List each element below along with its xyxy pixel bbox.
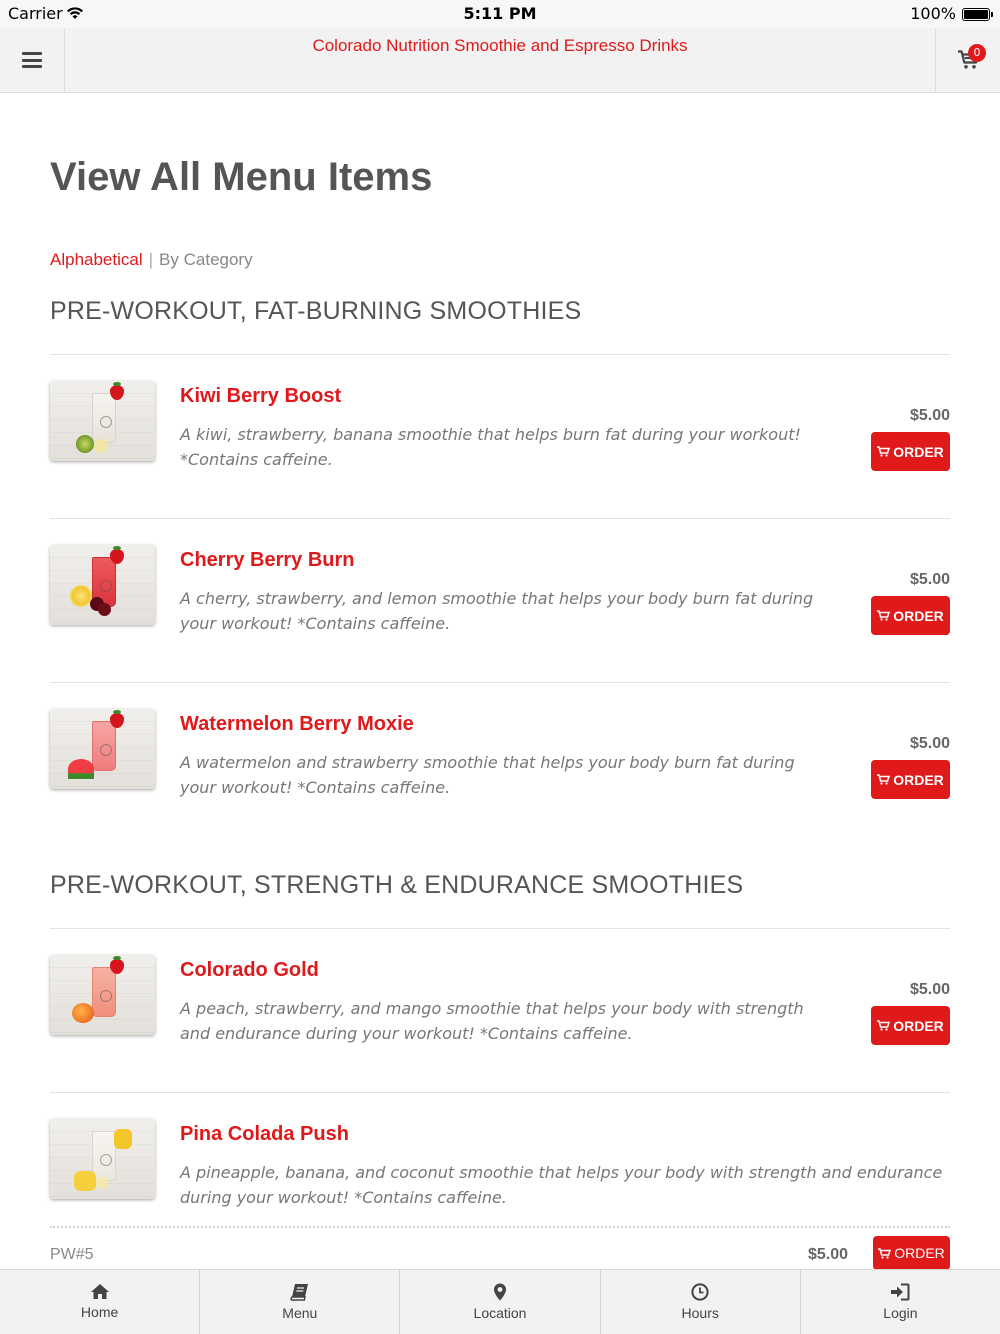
- page-title: View All Menu Items: [50, 155, 433, 199]
- status-bar: Carrier 5:11 PM 100%: [0, 0, 1000, 28]
- map-pin-icon: [494, 1283, 506, 1301]
- clock-time: 5:11 PM: [463, 4, 537, 23]
- divider: [50, 1092, 950, 1093]
- home-icon: [90, 1284, 109, 1299]
- item-price: $5.00: [909, 735, 950, 752]
- order-button-label: ORDER: [893, 607, 944, 624]
- divider: [50, 518, 950, 519]
- item-image: [50, 381, 155, 461]
- order-button-label: ORDER: [893, 1017, 944, 1034]
- menu-item-colorado-gold: Colorado Gold A peach, strawberry, and m…: [50, 955, 950, 1065]
- item-price: $5.00: [909, 571, 950, 588]
- item-price: $5.00: [909, 981, 950, 998]
- app-title: Colorado Nutrition Smoothie and Espresso…: [312, 36, 688, 55]
- sort-by-category-link[interactable]: By Category: [159, 250, 253, 269]
- order-button[interactable]: ORDER: [871, 432, 950, 471]
- cart-icon: [877, 1020, 891, 1031]
- sort-separator: |: [148, 250, 154, 269]
- divider-dotted: [50, 1226, 950, 1228]
- menu-item-cherry-berry-burn: Cherry Berry Burn A cherry, strawberry, …: [50, 545, 950, 655]
- book-icon: [290, 1284, 308, 1301]
- order-button[interactable]: ORDER: [871, 1006, 950, 1045]
- order-button[interactable]: ORDER: [871, 596, 950, 635]
- order-button-label: ORDER: [893, 443, 944, 460]
- item-image: [50, 709, 155, 789]
- tab-hours[interactable]: Hours: [601, 1270, 801, 1334]
- cart-icon: [878, 1247, 892, 1259]
- order-button-label: ORDER: [894, 1245, 945, 1261]
- menu-button[interactable]: [0, 28, 65, 92]
- item-image: [50, 545, 155, 625]
- item-price: $5.00: [808, 1246, 849, 1263]
- item-price: $5.00: [909, 407, 950, 424]
- cart-button[interactable]: 0: [935, 28, 1000, 92]
- cart-count-badge: 0: [968, 44, 986, 62]
- menu-item-pina-colada-push: Pina Colada Push A pineapple, banana, an…: [50, 1119, 950, 1229]
- category-title: PRE-WORKOUT, STRENGTH & ENDURANCE SMOOTH…: [50, 871, 744, 899]
- item-image: [50, 955, 155, 1035]
- divider: [50, 354, 950, 355]
- tab-label: Login: [883, 1305, 918, 1321]
- item-description: A cherry, strawberry, and lemon smoothie…: [180, 589, 814, 633]
- cart-icon: [877, 774, 891, 785]
- item-description: A peach, strawberry, and mango smoothie …: [180, 999, 804, 1043]
- tab-location[interactable]: Location: [400, 1270, 601, 1334]
- cart-icon: [877, 610, 891, 621]
- divider: [50, 928, 950, 929]
- tab-login[interactable]: Login: [801, 1270, 1000, 1334]
- sort-options: Alphabetical | By Category: [50, 250, 253, 270]
- hamburger-icon: [22, 52, 42, 68]
- item-name[interactable]: Cherry Berry Burn: [180, 549, 355, 572]
- tab-label: Location: [473, 1305, 527, 1321]
- tab-label: Home: [80, 1304, 119, 1320]
- order-button[interactable]: ORDER: [871, 760, 950, 799]
- order-button-label: ORDER: [893, 771, 944, 788]
- item-code: PW#5: [50, 1246, 94, 1263]
- tab-label: Menu: [282, 1305, 318, 1321]
- tab-label: Hours: [681, 1305, 719, 1321]
- battery-percent: 100%: [910, 4, 956, 23]
- item-name[interactable]: Colorado Gold: [180, 959, 319, 982]
- cart-icon: [877, 446, 891, 457]
- menu-item-watermelon-berry-moxie: Watermelon Berry Moxie A watermelon and …: [50, 709, 950, 819]
- item-name[interactable]: Kiwi Berry Boost: [180, 385, 341, 408]
- sort-alphabetical-link[interactable]: Alphabetical: [50, 250, 143, 269]
- menu-item-kiwi-berry-boost: Kiwi Berry Boost A kiwi, strawberry, ban…: [50, 381, 950, 491]
- battery-icon: [962, 8, 993, 21]
- item-name[interactable]: Watermelon Berry Moxie: [180, 713, 414, 736]
- item-description: A kiwi, strawberry, banana smoothie that…: [180, 425, 801, 469]
- tab-home[interactable]: Home: [0, 1270, 201, 1334]
- tab-bar: Home Menu Location Hours Login: [0, 1269, 1000, 1334]
- category-title: PRE-WORKOUT, FAT-BURNING SMOOTHIES: [50, 297, 582, 325]
- tab-menu[interactable]: Menu: [200, 1270, 401, 1334]
- divider: [50, 682, 950, 683]
- app-header: Colorado Nutrition Smoothie and Espresso…: [0, 28, 1000, 93]
- item-image: [50, 1119, 155, 1199]
- clock-icon: [691, 1283, 709, 1301]
- item-description: A watermelon and strawberry smoothie tha…: [180, 753, 795, 797]
- item-name[interactable]: Pina Colada Push: [180, 1123, 349, 1146]
- order-button[interactable]: ORDER: [873, 1236, 950, 1270]
- item-description: A pineapple, banana, and coconut smoothi…: [180, 1163, 943, 1207]
- login-icon: [891, 1283, 910, 1301]
